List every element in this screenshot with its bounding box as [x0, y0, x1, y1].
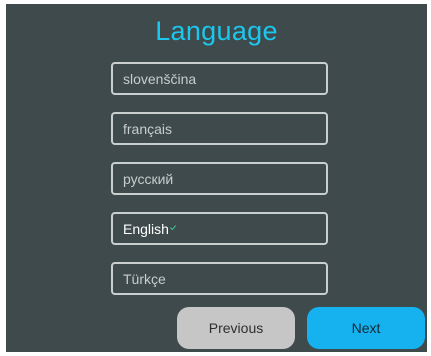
- language-label: русский: [123, 170, 174, 187]
- language-option-francais[interactable]: français: [111, 112, 328, 145]
- language-option-russian[interactable]: русский: [111, 162, 328, 195]
- next-button[interactable]: Next: [307, 307, 425, 349]
- language-label: Türkçe: [123, 270, 166, 287]
- language-label: English: [123, 220, 169, 237]
- page-title: Language: [155, 16, 278, 46]
- language-option-english[interactable]: English: [111, 212, 328, 245]
- language-list: slovenščina français русский English Tür…: [111, 62, 328, 312]
- language-label: slovenščina: [123, 70, 197, 87]
- check-icon: [170, 218, 176, 230]
- language-screen: Language slovenščina français русский En…: [6, 4, 427, 352]
- language-option-turkce[interactable]: Türkçe: [111, 262, 328, 295]
- previous-button[interactable]: Previous: [177, 307, 295, 349]
- language-option-slovenscina[interactable]: slovenščina: [111, 62, 328, 95]
- language-label: français: [123, 120, 173, 137]
